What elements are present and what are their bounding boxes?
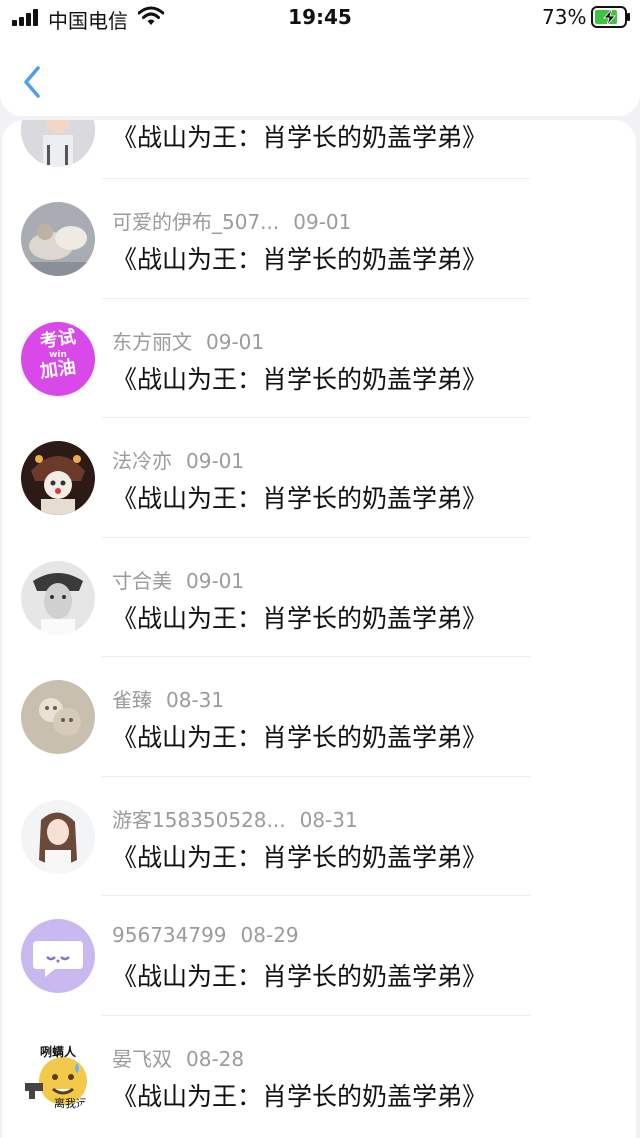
item-meta: 法冷亦 09-01	[112, 445, 244, 474]
divider	[102, 1014, 530, 1016]
date: 09-01	[293, 210, 352, 234]
avatar	[21, 120, 95, 167]
list-item-partial[interactable]: 《战山为王：肖学长的奶盖学弟》	[2, 120, 636, 178]
item-title: 《战山为王：肖学长的奶盖学弟》	[112, 364, 488, 394]
username[interactable]: 雀臻	[112, 688, 152, 712]
avatar[interactable]: 咧螨人 离我远	[21, 1038, 95, 1113]
date: 09-01	[206, 329, 265, 354]
navigation-bar	[0, 36, 640, 116]
divider	[102, 536, 530, 538]
avatar[interactable]	[21, 441, 95, 515]
item-meta: 游客158350528... 08-31	[112, 804, 358, 833]
item-meta: 可爱的伊布_507... 09-01	[112, 206, 351, 235]
item-meta: 晏飞双 08-28	[112, 1043, 244, 1072]
item-title: 《战山为王：肖学长的奶盖学弟》	[112, 1081, 488, 1111]
date: 08-28	[186, 1046, 245, 1071]
username[interactable]: 可爱的伊布_507...	[112, 210, 279, 234]
date: 09-01	[186, 568, 245, 593]
list-item[interactable]: 法冷亦 09-01 《战山为王：肖学长的奶盖学弟》	[2, 417, 636, 537]
battery-percentage: 73%	[542, 5, 587, 29]
item-title: 《战山为王：肖学长的奶盖学弟》	[112, 723, 488, 752]
username[interactable]: 法冷亦	[112, 449, 172, 473]
username[interactable]: 956734799	[112, 923, 227, 947]
username[interactable]: 东方丽文	[112, 330, 192, 354]
divider	[102, 895, 530, 896]
item-title: 《战山为王：肖学长的奶盖学弟》	[112, 962, 488, 991]
status-bar: 中国电信 19:45 73%	[0, 0, 640, 36]
list-item[interactable]: 可爱的伊布_507... 09-01 《战山为王：肖学长的奶盖学弟》	[2, 178, 636, 298]
item-title: 《战山为王：肖学长的奶盖学弟》	[112, 123, 488, 152]
date: 08-29	[240, 923, 299, 947]
avatar[interactable]	[21, 919, 95, 993]
date: 08-31	[166, 688, 225, 712]
item-title: 《战山为王：肖学长的奶盖学弟》	[112, 245, 488, 274]
item-title: 《战山为王：肖学长的奶盖学弟》	[112, 842, 488, 872]
list-item[interactable]: 956734799 08-29 《战山为王：肖学长的奶盖学弟》	[2, 895, 636, 1015]
list-item[interactable]: 考试 win 加油 东方丽文 09-01 《战山为王：肖学长的奶盖学弟》	[2, 297, 636, 418]
comment-list: 《战山为王：肖学长的奶盖学弟》 可爱的伊布_507... 09-01 《战山为王：…	[2, 120, 636, 1138]
item-title: 《战山为王：肖学长的奶盖学弟》	[112, 603, 488, 633]
chevron-left-icon[interactable]	[18, 62, 48, 102]
item-meta: 雀臻 08-31	[112, 684, 224, 713]
list-item[interactable]: 咧螨人 离我远 晏飞双 08-28 《战山为王：肖学长的奶盖学弟》	[2, 1014, 636, 1135]
username[interactable]: 游客158350528...	[112, 808, 286, 832]
divider	[102, 656, 530, 657]
avatar[interactable]	[21, 799, 95, 874]
divider	[102, 775, 530, 777]
avatar[interactable]: 考试 win 加油	[21, 321, 95, 396]
avatar[interactable]	[21, 680, 95, 754]
item-meta: 寸合美 09-01	[112, 565, 244, 594]
date: 08-31	[299, 807, 358, 832]
date: 09-01	[186, 449, 245, 473]
divider	[102, 297, 530, 299]
divider	[102, 178, 530, 179]
username[interactable]: 晏飞双	[112, 1047, 172, 1071]
item-meta: 956734799 08-29	[112, 923, 299, 947]
avatar[interactable]	[21, 560, 95, 635]
list-item[interactable]: 游客158350528... 08-31 《战山为王：肖学长的奶盖学弟》	[2, 775, 636, 896]
item-meta: 东方丽文 09-01	[112, 326, 264, 355]
battery-charging-icon	[591, 6, 630, 28]
avatar[interactable]	[21, 202, 95, 276]
item-title: 《战山为王：肖学长的奶盖学弟》	[112, 484, 488, 513]
username[interactable]: 寸合美	[112, 569, 172, 593]
list-item[interactable]: 寸合美 09-01 《战山为王：肖学长的奶盖学弟》	[2, 536, 636, 657]
list-item[interactable]: 雀臻 08-31 《战山为王：肖学长的奶盖学弟》	[2, 656, 636, 776]
divider	[102, 417, 530, 418]
